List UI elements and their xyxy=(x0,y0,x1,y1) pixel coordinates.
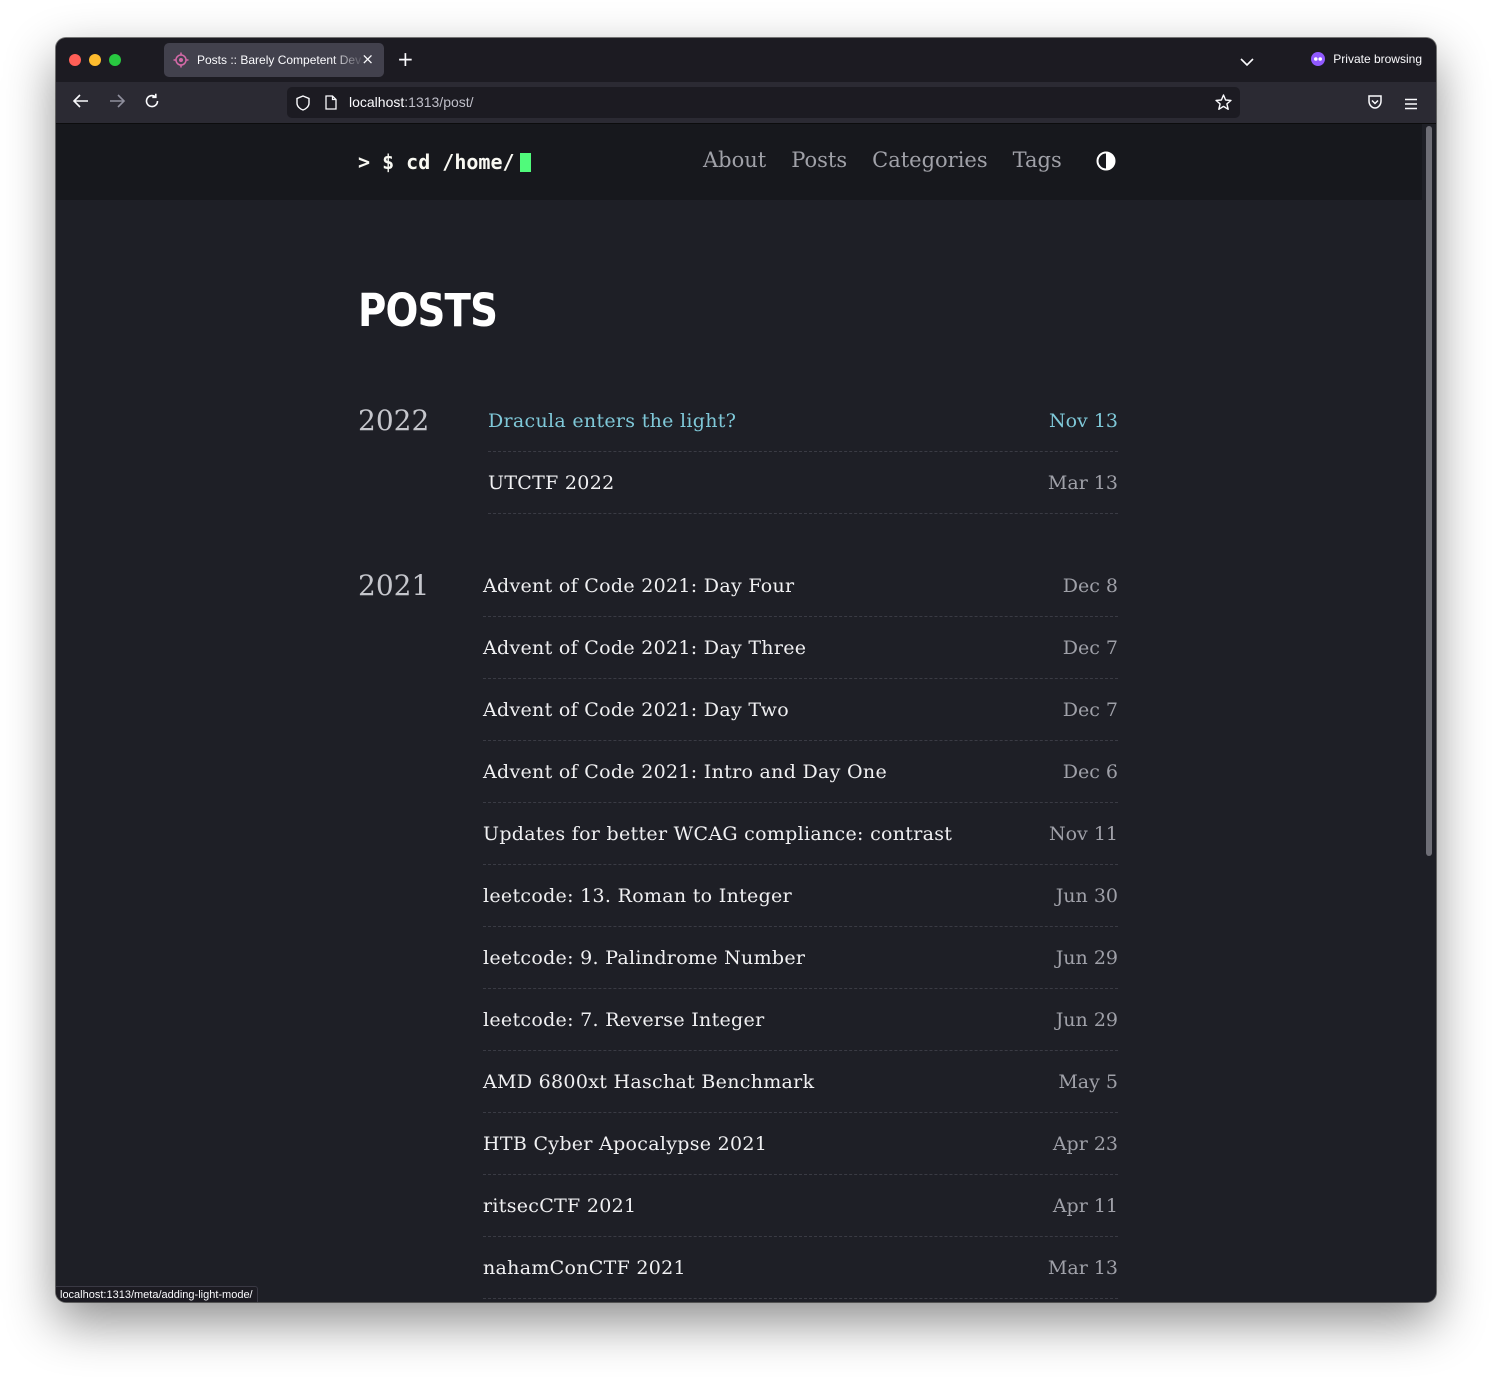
post-title-link[interactable]: leetcode: 13. Roman to Integer xyxy=(483,885,792,907)
reload-icon[interactable] xyxy=(144,93,160,113)
site-logo[interactable]: > $ cd /home/ xyxy=(358,150,531,174)
url-bar[interactable]: localhost:1313/post/ xyxy=(287,87,1240,118)
private-browsing-label: Private browsing xyxy=(1333,52,1422,66)
list-item[interactable]: UTCTF 2022 Mar 13 xyxy=(488,452,1118,514)
post-title-link[interactable]: AMD 6800xt Haschat Benchmark xyxy=(483,1071,814,1093)
post-date: Apr 11 xyxy=(1052,1194,1118,1217)
vertical-scrollbar[interactable] xyxy=(1422,124,1436,1302)
post-title-link[interactable]: Dracula enters the light? xyxy=(488,410,736,432)
post-title-link[interactable]: Advent of Code 2021: Intro and Day One xyxy=(483,761,887,783)
post-title-link[interactable]: Advent of Code 2021: Day Three xyxy=(483,637,806,659)
minimize-window-button[interactable] xyxy=(89,54,101,66)
list-item[interactable]: AMD 6800xt Haschat Benchmark May 5 xyxy=(483,1051,1118,1113)
url-text[interactable]: localhost:1313/post/ xyxy=(349,94,474,110)
post-list-2022: Dracula enters the light? Nov 13 UTCTF 2… xyxy=(488,390,1118,514)
tab-close-icon[interactable]: × xyxy=(361,51,374,67)
post-date: Jun 29 xyxy=(1055,946,1118,969)
post-title-link[interactable]: Advent of Code 2021: Day Four xyxy=(483,575,794,597)
post-title-link[interactable]: ritsecCTF 2021 xyxy=(483,1195,636,1217)
tab-title: Posts :: Barely Competent Dev — Mozilla … xyxy=(197,53,365,67)
post-date: Mar 13 xyxy=(1047,471,1118,494)
post-title-link[interactable]: Updates for better WCAG compliance: cont… xyxy=(483,823,952,845)
post-title-link[interactable]: leetcode: 7. Reverse Integer xyxy=(483,1009,764,1031)
list-item[interactable]: Advent of Code 2021: Intro and Day One De… xyxy=(483,741,1118,803)
nav-tags[interactable]: Tags xyxy=(1013,148,1062,172)
post-title-link[interactable]: leetcode: 9. Palindrome Number xyxy=(483,947,805,969)
post-title-link[interactable]: nahamConCTF 2021 xyxy=(483,1257,686,1279)
pocket-icon[interactable] xyxy=(1367,94,1383,114)
forward-arrow-icon[interactable] xyxy=(108,93,126,113)
private-mask-icon xyxy=(1311,52,1326,66)
post-date: Dec 8 xyxy=(1062,574,1118,597)
url-path: :1313/post/ xyxy=(404,94,474,110)
hamburger-menu-icon[interactable] xyxy=(1404,95,1418,114)
nav-posts[interactable]: Posts xyxy=(791,148,847,172)
site-nav: About Posts Categories Tags xyxy=(703,148,1062,172)
close-window-button[interactable] xyxy=(69,54,81,66)
page-info-icon[interactable] xyxy=(325,95,337,114)
list-item[interactable]: leetcode: 7. Reverse Integer Jun 29 xyxy=(483,989,1118,1051)
post-date: Dec 7 xyxy=(1062,698,1118,721)
list-item[interactable]: leetcode: 13. Roman to Integer Jun 30 xyxy=(483,865,1118,927)
navigation-toolbar: localhost:1313/post/ xyxy=(56,82,1436,124)
url-host: localhost xyxy=(349,94,405,110)
nav-categories[interactable]: Categories xyxy=(872,148,988,172)
post-list-2021: Advent of Code 2021: Day Four Dec 8 Adven… xyxy=(483,555,1118,1299)
post-title-link[interactable]: UTCTF 2022 xyxy=(488,472,614,494)
post-date: Mar 13 xyxy=(1047,1256,1118,1279)
post-title-link[interactable]: HTB Cyber Apocalypse 2021 xyxy=(483,1133,767,1155)
post-date: Nov 11 xyxy=(1048,822,1118,845)
post-date: May 5 xyxy=(1058,1070,1118,1093)
post-date: Jun 29 xyxy=(1055,1008,1118,1031)
list-item[interactable]: Dracula enters the light? Nov 13 xyxy=(488,390,1118,452)
year-label: 2022 xyxy=(358,404,430,437)
theme-toggle-contrast-icon[interactable] xyxy=(1096,151,1116,175)
browser-window: Posts :: Barely Competent Dev — Mozilla … xyxy=(56,38,1436,1302)
nav-about[interactable]: About xyxy=(703,148,766,172)
list-item[interactable]: Updates for better WCAG compliance: cont… xyxy=(483,803,1118,865)
list-item[interactable]: HTB Cyber Apocalypse 2021 Apr 23 xyxy=(483,1113,1118,1175)
tab-strip: Posts :: Barely Competent Dev — Mozilla … xyxy=(56,38,1436,82)
post-title-link[interactable]: Advent of Code 2021: Day Two xyxy=(483,699,789,721)
maximize-window-button[interactable] xyxy=(109,54,121,66)
page-title: POSTS xyxy=(358,284,498,337)
new-tab-button[interactable]: + xyxy=(397,48,414,70)
list-item[interactable]: leetcode: 9. Palindrome Number Jun 29 xyxy=(483,927,1118,989)
post-date: Nov 13 xyxy=(1048,409,1118,432)
post-date: Jun 30 xyxy=(1055,884,1118,907)
back-arrow-icon[interactable] xyxy=(72,93,90,113)
post-date: Dec 6 xyxy=(1062,760,1118,783)
list-item[interactable]: ritsecCTF 2021 Apr 11 xyxy=(483,1175,1118,1237)
tracking-protection-shield-icon[interactable] xyxy=(296,95,310,115)
list-item[interactable]: Advent of Code 2021: Day Two Dec 7 xyxy=(483,679,1118,741)
list-item[interactable]: Advent of Code 2021: Day Three Dec 7 xyxy=(483,617,1118,679)
year-label: 2021 xyxy=(358,569,430,602)
list-all-tabs-chevron-down-icon[interactable] xyxy=(1240,52,1254,71)
terminal-cursor xyxy=(519,152,531,172)
list-item[interactable]: Advent of Code 2021: Day Four Dec 8 xyxy=(483,555,1118,617)
page-content: > $ cd /home/ About Posts Categories Tag… xyxy=(56,124,1422,1302)
site-header: > $ cd /home/ About Posts Categories Tag… xyxy=(56,124,1422,200)
link-status-tooltip: localhost:1313/meta/adding-light-mode/ xyxy=(56,1286,258,1302)
list-item[interactable]: nahamConCTF 2021 Mar 13 xyxy=(483,1237,1118,1299)
post-date: Dec 7 xyxy=(1062,636,1118,659)
private-browsing-indicator: Private browsing xyxy=(1311,52,1422,66)
site-favicon-icon xyxy=(173,52,189,68)
post-date: Apr 23 xyxy=(1052,1132,1118,1155)
active-tab[interactable]: Posts :: Barely Competent Dev — Mozilla … xyxy=(164,43,384,77)
bookmark-star-icon[interactable] xyxy=(1215,94,1232,115)
scrollbar-thumb[interactable] xyxy=(1426,126,1432,856)
logo-text: > $ cd /home/ xyxy=(358,150,515,174)
